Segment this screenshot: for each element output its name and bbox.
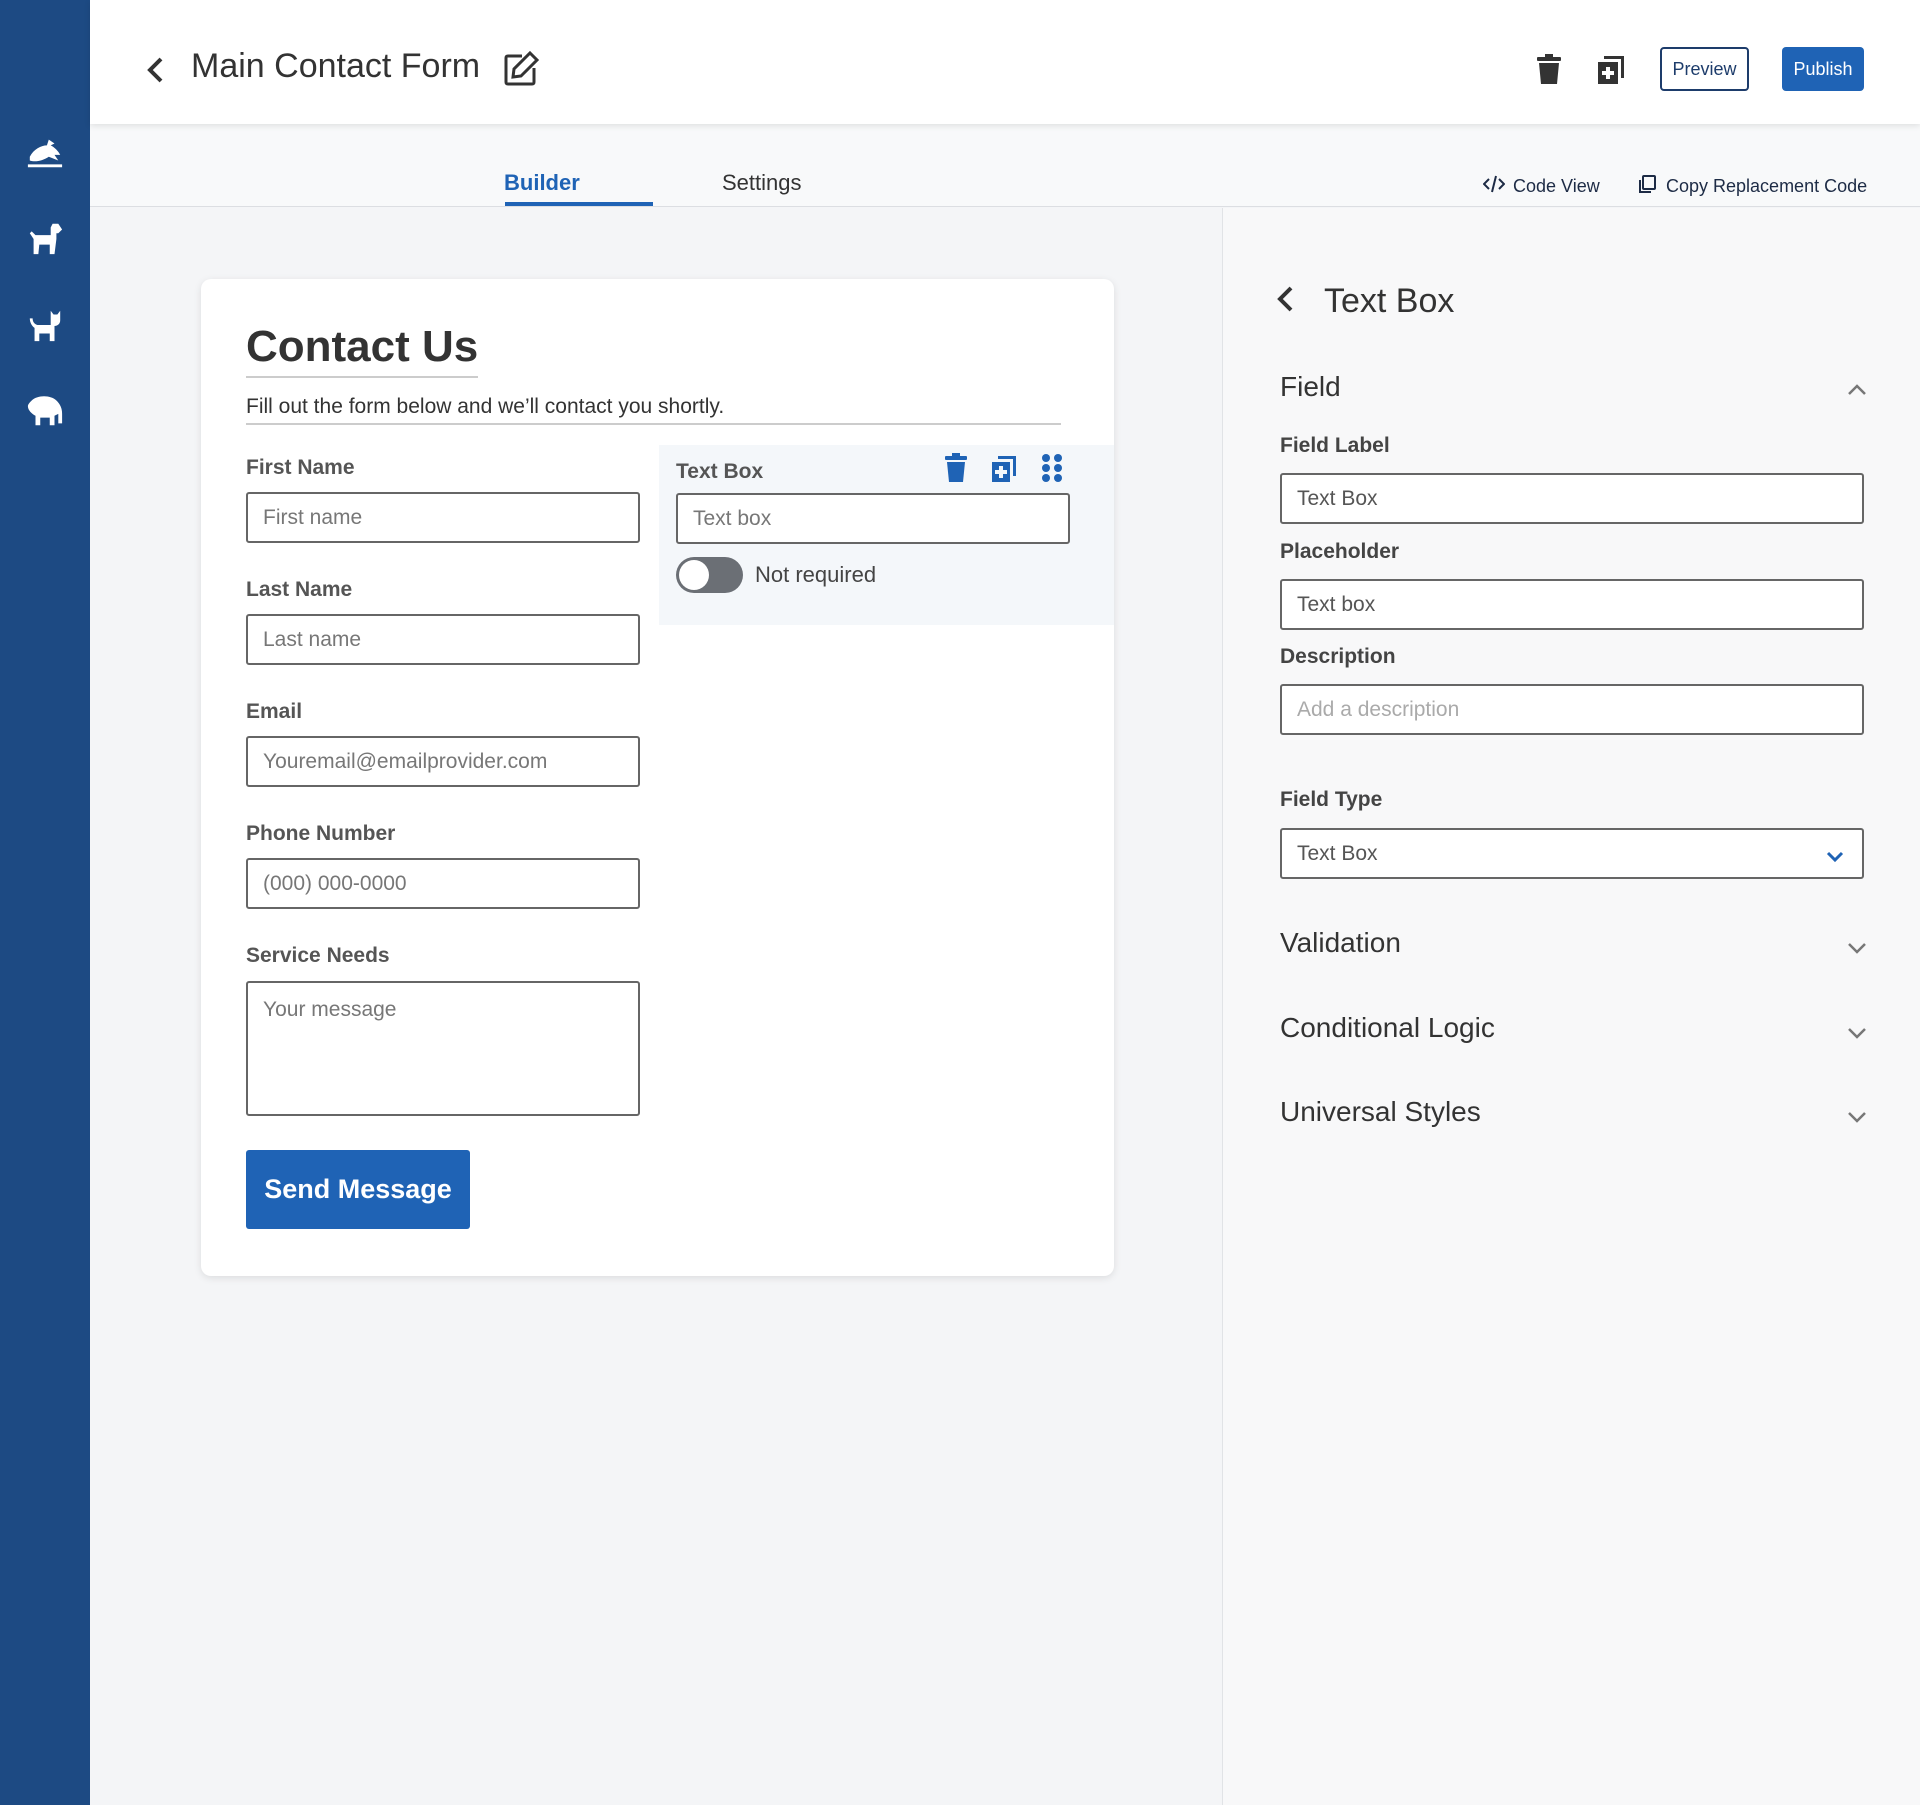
properties-panel: Text Box Field Field Label Placeholder D… bbox=[1222, 208, 1920, 1805]
section-universal-styles-header[interactable]: Universal Styles bbox=[1280, 1096, 1481, 1128]
description-label: Description bbox=[1280, 645, 1396, 668]
duplicate-icon[interactable] bbox=[1596, 53, 1626, 85]
toggle-knob bbox=[679, 560, 709, 590]
dog-icon[interactable] bbox=[25, 218, 65, 258]
form-card: Contact Us Fill out the form below and w… bbox=[201, 279, 1114, 1276]
send-message-button[interactable]: Send Message bbox=[246, 1150, 470, 1229]
placeholder-label: Placeholder bbox=[1280, 540, 1400, 563]
field-type-value: Text Box bbox=[1297, 841, 1378, 865]
chevron-down-icon[interactable] bbox=[1846, 940, 1868, 956]
text-box-field-label: Text Box bbox=[676, 460, 764, 483]
tab-settings[interactable]: Settings bbox=[722, 170, 802, 196]
phone-label: Phone Number bbox=[246, 822, 396, 845]
chevron-up-icon[interactable] bbox=[1846, 382, 1868, 398]
code-view-button[interactable]: Code View bbox=[1482, 174, 1600, 199]
first-name-label: First Name bbox=[246, 456, 355, 479]
field-label-label: Field Label bbox=[1280, 434, 1390, 457]
copy-icon bbox=[1636, 174, 1658, 199]
required-toggle[interactable] bbox=[676, 557, 743, 593]
placeholder-input[interactable] bbox=[1280, 579, 1864, 630]
top-bar: Main Contact Form Preview Publish bbox=[90, 0, 1920, 124]
field-type-label: Field Type bbox=[1280, 788, 1383, 811]
field-trash-icon[interactable] bbox=[943, 453, 969, 483]
copy-code-label: Copy Replacement Code bbox=[1666, 176, 1868, 196]
last-name-input[interactable] bbox=[246, 614, 640, 665]
section-field-header[interactable]: Field bbox=[1280, 371, 1341, 403]
section-validation-header[interactable]: Validation bbox=[1280, 927, 1401, 959]
trash-icon[interactable] bbox=[1534, 53, 1564, 85]
chevron-down-icon[interactable] bbox=[1846, 1109, 1868, 1125]
back-arrow-icon[interactable] bbox=[140, 50, 170, 90]
panel-back-icon[interactable] bbox=[1275, 284, 1299, 316]
active-tab-indicator bbox=[505, 202, 653, 206]
copy-replacement-code-button[interactable]: Copy Replacement Code bbox=[1636, 174, 1867, 199]
field-tools bbox=[943, 453, 1065, 483]
email-input[interactable] bbox=[246, 736, 640, 787]
chevron-down-icon bbox=[1826, 846, 1844, 863]
drag-handle-icon[interactable] bbox=[1039, 453, 1065, 483]
code-icon bbox=[1482, 174, 1506, 199]
panel-title: Text Box bbox=[1324, 282, 1455, 320]
section-conditional-logic-header[interactable]: Conditional Logic bbox=[1280, 1012, 1495, 1044]
first-name-input[interactable] bbox=[246, 492, 640, 543]
cat-icon[interactable] bbox=[25, 305, 65, 345]
tabs-bar: Builder Settings Code View Copy Replacem… bbox=[90, 124, 1920, 207]
required-toggle-label: Not required bbox=[755, 562, 877, 587]
chevron-down-icon[interactable] bbox=[1846, 1025, 1868, 1041]
last-name-label: Last Name bbox=[246, 578, 353, 601]
elephant-icon[interactable] bbox=[25, 391, 65, 431]
text-box-input[interactable] bbox=[676, 493, 1070, 544]
description-input[interactable] bbox=[1280, 684, 1864, 735]
tab-builder[interactable]: Builder bbox=[504, 170, 580, 196]
service-needs-textarea[interactable] bbox=[246, 981, 640, 1116]
service-needs-label: Service Needs bbox=[246, 944, 390, 967]
form-subtitle[interactable]: Fill out the form below and we’ll contac… bbox=[246, 395, 1061, 425]
sidebar bbox=[0, 0, 90, 1805]
email-label: Email bbox=[246, 700, 303, 723]
phone-input[interactable] bbox=[246, 858, 640, 909]
selected-text-box-field[interactable]: Text Box Not required bbox=[659, 445, 1114, 625]
preview-button[interactable]: Preview bbox=[1660, 47, 1749, 91]
publish-button[interactable]: Publish bbox=[1782, 47, 1864, 91]
form-title[interactable]: Contact Us bbox=[246, 322, 479, 378]
bird-icon[interactable] bbox=[25, 132, 65, 172]
field-type-select[interactable]: Text Box bbox=[1280, 828, 1864, 879]
edit-icon[interactable] bbox=[502, 50, 540, 88]
code-view-label: Code View bbox=[1513, 176, 1600, 196]
field-duplicate-icon[interactable] bbox=[991, 453, 1017, 483]
page-title: Main Contact Form bbox=[191, 47, 481, 85]
field-label-input[interactable] bbox=[1280, 473, 1864, 524]
